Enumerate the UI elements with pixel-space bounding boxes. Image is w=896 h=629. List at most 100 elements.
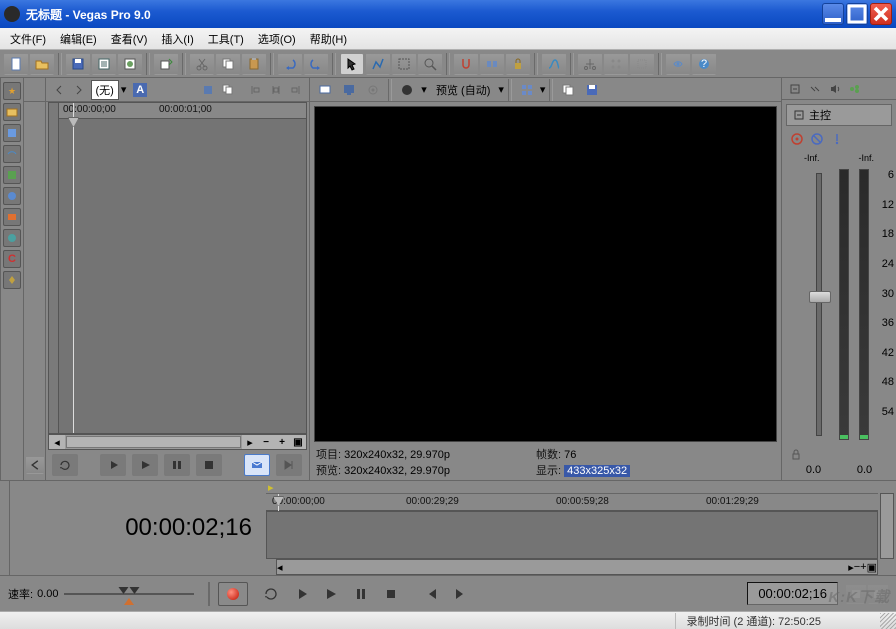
zoom-fit-button[interactable]: ▣ bbox=[290, 435, 306, 449]
level-dropdown[interactable]: (无) bbox=[91, 80, 119, 100]
copy-snap-icon[interactable] bbox=[219, 80, 237, 100]
menu-view[interactable]: 查看(V) bbox=[105, 29, 154, 49]
preview-quality-label[interactable]: 预览 (自动) bbox=[430, 80, 496, 100]
selection-tool[interactable] bbox=[392, 53, 416, 75]
preview-button[interactable] bbox=[666, 53, 690, 75]
menu-tools[interactable]: 工具(T) bbox=[202, 29, 250, 49]
paste-button[interactable] bbox=[242, 53, 266, 75]
preview-monitor-icon[interactable] bbox=[338, 80, 360, 100]
preview-grid-icon[interactable] bbox=[516, 80, 538, 100]
save-snap-icon[interactable] bbox=[199, 80, 217, 100]
transport-timecode[interactable]: 00:00:02;16 bbox=[747, 582, 838, 605]
next-button[interactable] bbox=[276, 454, 302, 476]
record-button[interactable] bbox=[218, 582, 248, 606]
menu-help[interactable]: 帮助(H) bbox=[304, 29, 353, 49]
marker-button[interactable] bbox=[630, 53, 654, 75]
lock-icon[interactable] bbox=[790, 449, 802, 461]
strip-btn-7[interactable] bbox=[3, 208, 21, 226]
master-speaker-icon[interactable] bbox=[826, 80, 844, 98]
main-timeline[interactable]: ▸ 00:00:00;00 00:00:29;29 00:00:59;28 00… bbox=[266, 481, 878, 575]
preview-ext-icon[interactable] bbox=[362, 80, 384, 100]
main-hscroll[interactable]: ◂▸ −+▣ bbox=[276, 559, 878, 575]
preview-device-icon[interactable] bbox=[314, 80, 336, 100]
text-tool-icon[interactable]: A bbox=[131, 80, 149, 100]
new-button[interactable] bbox=[4, 53, 28, 75]
nav-prev[interactable] bbox=[26, 456, 44, 474]
fx-icon[interactable] bbox=[151, 80, 169, 100]
track-nav-right[interactable] bbox=[70, 80, 88, 100]
play-from-start-button[interactable] bbox=[287, 582, 315, 606]
mute-icon[interactable] bbox=[810, 132, 824, 146]
auto-ripple-button[interactable] bbox=[480, 53, 504, 75]
master-out-icon[interactable] bbox=[786, 80, 804, 98]
preview-copy-icon[interactable] bbox=[557, 80, 579, 100]
zoom-tool[interactable] bbox=[418, 53, 442, 75]
resize-grip[interactable] bbox=[880, 613, 896, 629]
strip-btn-6[interactable] bbox=[3, 187, 21, 205]
crossfade-button[interactable] bbox=[542, 53, 566, 75]
maximize-button[interactable] bbox=[846, 3, 868, 25]
scroll-right-icon[interactable]: ▸ bbox=[242, 435, 258, 449]
zoom-out-button[interactable]: − bbox=[258, 435, 274, 449]
play-start-button[interactable] bbox=[100, 454, 126, 476]
menu-edit[interactable]: 编辑(E) bbox=[54, 29, 103, 49]
strip-btn-4[interactable] bbox=[3, 145, 21, 163]
align-both-icon[interactable] bbox=[267, 80, 285, 100]
strip-btn-9[interactable]: C bbox=[3, 250, 21, 268]
pattern-button[interactable] bbox=[604, 53, 628, 75]
open-button[interactable] bbox=[30, 53, 54, 75]
rate-slider[interactable] bbox=[64, 587, 194, 601]
strip-btn-3[interactable] bbox=[3, 124, 21, 142]
stop-button[interactable] bbox=[196, 454, 222, 476]
preview-quality-icon[interactable] bbox=[396, 80, 418, 100]
lock-envelopes-button[interactable] bbox=[506, 53, 530, 75]
envelope-tool[interactable] bbox=[366, 53, 390, 75]
cut-button[interactable] bbox=[190, 53, 214, 75]
master-link-icon[interactable] bbox=[806, 80, 824, 98]
menu-file[interactable]: 文件(F) bbox=[4, 29, 52, 49]
main-timecode[interactable]: 00:00:02;16 bbox=[10, 481, 266, 575]
transport-pause-button[interactable] bbox=[347, 582, 375, 606]
strip-btn-5[interactable] bbox=[3, 166, 21, 184]
loop-region-button[interactable] bbox=[244, 454, 270, 476]
normal-edit-tool[interactable] bbox=[340, 53, 364, 75]
align-left-icon[interactable] bbox=[246, 80, 264, 100]
strip-btn-2[interactable] bbox=[3, 103, 21, 121]
render-button[interactable] bbox=[118, 53, 142, 75]
menu-options[interactable]: 选项(O) bbox=[252, 29, 302, 49]
preview-save-icon[interactable] bbox=[581, 80, 603, 100]
loop-play-button[interactable] bbox=[257, 582, 285, 606]
playhead-caret[interactable] bbox=[68, 117, 79, 127]
zoom-in-button[interactable]: + bbox=[274, 435, 290, 449]
go-end-button[interactable] bbox=[447, 582, 475, 606]
minimize-button[interactable] bbox=[822, 3, 844, 25]
strip-btn-1[interactable]: ★ bbox=[3, 82, 21, 100]
menu-insert[interactable]: 插入(I) bbox=[155, 29, 199, 49]
preview-viewport[interactable] bbox=[314, 106, 777, 442]
strip-btn-10[interactable] bbox=[3, 271, 21, 289]
scroll-left-icon[interactable]: ◂ bbox=[49, 435, 65, 449]
copy-button[interactable] bbox=[216, 53, 240, 75]
track-nav-left[interactable] bbox=[50, 80, 68, 100]
solo-icon[interactable] bbox=[830, 132, 844, 146]
auto-cut-button[interactable] bbox=[578, 53, 602, 75]
save-button[interactable] bbox=[66, 53, 90, 75]
snap-button[interactable] bbox=[454, 53, 478, 75]
gear-icon[interactable] bbox=[790, 132, 804, 146]
import-button[interactable] bbox=[154, 53, 178, 75]
track-hscroll[interactable]: ◂ ▸ − + ▣ bbox=[48, 434, 307, 450]
main-vscroll[interactable] bbox=[880, 493, 894, 559]
master-fx-icon[interactable] bbox=[846, 80, 864, 98]
go-start-button[interactable] bbox=[417, 582, 445, 606]
transport-stop-button[interactable] bbox=[377, 582, 405, 606]
strip-btn-8[interactable] bbox=[3, 229, 21, 247]
undo-button[interactable] bbox=[278, 53, 302, 75]
align-right-icon[interactable] bbox=[287, 80, 305, 100]
link-icon[interactable] bbox=[172, 80, 190, 100]
play-button[interactable] bbox=[132, 454, 158, 476]
track-timeline[interactable]: 00:00:00;00 00:00:01;00 bbox=[48, 102, 307, 434]
loop-button[interactable] bbox=[52, 454, 78, 476]
master-fader[interactable] bbox=[816, 173, 822, 436]
transport-play-button[interactable] bbox=[317, 582, 345, 606]
close-button[interactable] bbox=[870, 3, 892, 25]
